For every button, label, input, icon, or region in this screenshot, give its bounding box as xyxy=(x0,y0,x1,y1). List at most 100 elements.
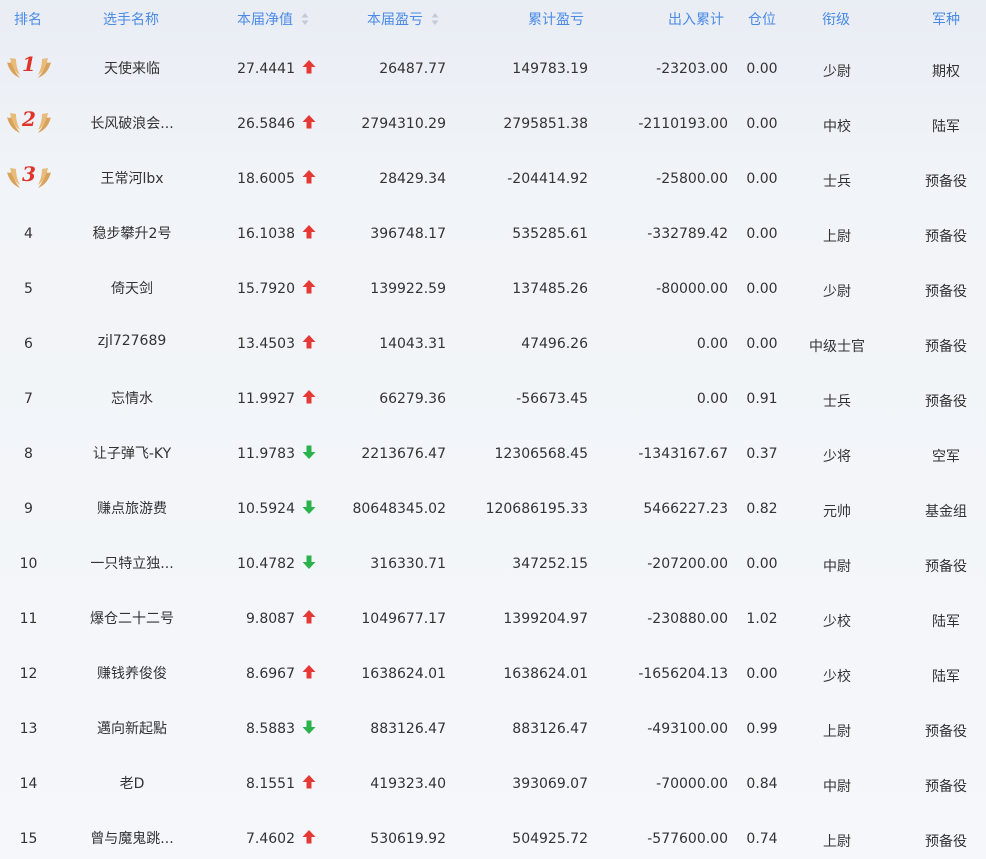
rank-number: 8 xyxy=(24,446,33,462)
trend-up-icon xyxy=(302,829,316,845)
cumulative-pnl: 535285.61 xyxy=(512,226,588,242)
inout-total: -493100.00 xyxy=(647,721,728,737)
table-row[interactable]: 10 一只特立独... 10.4782 316330.71 347252.15 -2072… xyxy=(0,535,986,590)
table-row[interactable]: 12 赚钱养俊俊 8.6967 1638624.01 1638624.01 -165620… xyxy=(0,645,986,700)
trend-down-icon xyxy=(302,719,316,735)
table-row[interactable]: 5 倚天剑 15.7920 139922.59 137485.26 -80000.00 0.… xyxy=(0,260,986,315)
table-row[interactable]: 4 稳步攀升2号 16.1038 396748.17 535285.61 -332789.… xyxy=(0,205,986,260)
rank-number: 13 xyxy=(19,721,38,737)
trend-up-icon xyxy=(302,224,316,240)
player-name[interactable]: 长风破浪会... xyxy=(60,113,204,133)
player-name[interactable]: 一只特立独... xyxy=(60,553,204,573)
session-pnl: 80648345.02 xyxy=(352,501,446,517)
net-value: 10.5924 xyxy=(237,501,295,517)
rank-number: 15 xyxy=(19,831,38,847)
military-rank: 上尉 xyxy=(823,724,851,740)
cumulative-pnl: 149783.19 xyxy=(512,61,588,77)
sort-icon[interactable] xyxy=(301,12,309,26)
header-pnl[interactable]: 本届盈亏 xyxy=(367,0,439,40)
cumulative-pnl: 47496.26 xyxy=(521,336,588,352)
table-row[interactable]: 7 忘情水 11.9927 66279.36 -56673.45 0.00 0.91 士兵 预备… xyxy=(0,370,986,425)
cumulative-pnl: 883126.47 xyxy=(512,721,588,737)
rank-number: 11 xyxy=(19,611,38,627)
net-value: 18.6005 xyxy=(237,171,295,187)
net-value: 8.1551 xyxy=(246,776,295,792)
table-row[interactable]: 8 让子弹飞-KY 11.9783 2213676.47 12306568.45 -134… xyxy=(0,425,986,480)
player-name[interactable]: 爆仓二十二号 xyxy=(60,608,204,628)
trend-up-icon xyxy=(302,774,316,790)
trend-down-icon xyxy=(302,444,316,460)
cumulative-pnl: 347252.15 xyxy=(512,556,588,572)
table-row[interactable]: 15 曾与魔鬼跳... 7.4602 530619.92 504925.72 -57760… xyxy=(0,810,986,859)
table-row[interactable]: 11 爆仓二十二号 9.8087 1049677.17 1399204.97 -23088… xyxy=(0,590,986,645)
trend-up-icon xyxy=(302,114,316,130)
position-ratio: 0.00 xyxy=(746,226,778,242)
position-ratio: 0.37 xyxy=(746,446,778,462)
inout-total: -207200.00 xyxy=(647,556,728,572)
sort-icon[interactable] xyxy=(431,12,439,26)
player-name[interactable]: 邁向新起點 xyxy=(60,718,204,738)
player-name[interactable]: 稳步攀升2号 xyxy=(60,223,204,243)
inout-total: -230880.00 xyxy=(647,611,728,627)
position-ratio: 0.00 xyxy=(746,556,778,572)
header-name-label: 选手名称 xyxy=(103,12,159,28)
table-row[interactable]: 6 zjl727689 13.4503 14043.31 47496.26 0.00 0.0… xyxy=(0,315,986,370)
military-rank: 少将 xyxy=(823,449,851,465)
net-value: 9.8087 xyxy=(246,611,295,627)
military-rank: 少尉 xyxy=(823,64,851,80)
position-ratio: 0.84 xyxy=(746,776,778,792)
net-value: 8.5883 xyxy=(246,721,295,737)
session-pnl: 139922.59 xyxy=(370,281,446,297)
header-flow: 出入累计 xyxy=(668,0,724,40)
net-value: 27.4441 xyxy=(237,61,295,77)
inout-total: -25800.00 xyxy=(656,171,728,187)
header-cum-label: 累计盈亏 xyxy=(528,12,584,28)
session-pnl: 14043.31 xyxy=(379,336,446,352)
header-pnl-label[interactable]: 本届盈亏 xyxy=(367,12,423,28)
military-rank: 中级士官 xyxy=(809,339,865,355)
military-rank: 上尉 xyxy=(823,229,851,245)
player-name[interactable]: 忘情水 xyxy=(60,388,204,408)
rank-number: 1 xyxy=(22,52,36,76)
service-branch: 陆军 xyxy=(932,614,960,630)
table-row[interactable]: 2 长风破浪会... 26.5846 2794310.29 2795851.38 -211… xyxy=(0,95,986,150)
player-name[interactable]: 曾与魔鬼跳... xyxy=(60,828,204,848)
position-ratio: 0.00 xyxy=(746,61,778,77)
table-row[interactable]: 13 邁向新起點 8.5883 883126.47 883126.47 -493100.0… xyxy=(0,700,986,755)
player-name[interactable]: 倚天剑 xyxy=(60,278,204,298)
table-row[interactable]: 1 天使来临 27.4441 26487.77 149783.19 -23203.00 0.… xyxy=(0,40,986,95)
session-pnl: 2794310.29 xyxy=(361,116,446,132)
player-name[interactable]: 赚点旅游费 xyxy=(60,498,204,518)
military-rank: 中校 xyxy=(823,119,851,135)
player-name[interactable]: 王常河lbx xyxy=(60,168,204,188)
rank-number: 12 xyxy=(19,666,38,682)
player-name[interactable]: 赚钱养俊俊 xyxy=(60,663,204,683)
table-row[interactable]: 3 王常河lbx 18.6005 28429.34 -204414.92 -25800.0… xyxy=(0,150,986,205)
position-ratio: 0.82 xyxy=(746,501,778,517)
service-branch: 预备役 xyxy=(925,779,967,795)
session-pnl: 530619.92 xyxy=(370,831,446,847)
position-ratio: 1.02 xyxy=(746,611,778,627)
service-branch: 预备役 xyxy=(925,229,967,245)
trend-up-icon xyxy=(302,609,316,625)
rank-number: 2 xyxy=(22,107,36,131)
inout-total: 5466227.23 xyxy=(643,501,728,517)
position-ratio: 0.74 xyxy=(746,831,778,847)
header-nav[interactable]: 本届净值 xyxy=(237,0,309,40)
header-title: 衔级 xyxy=(822,0,850,40)
trend-up-icon xyxy=(302,334,316,350)
table-row[interactable]: 14 老D 8.1551 419323.40 393069.07 -70000.00 0.8… xyxy=(0,755,986,810)
rank-number: 4 xyxy=(24,226,33,242)
header-nav-label[interactable]: 本届净值 xyxy=(237,12,293,28)
position-ratio: 0.00 xyxy=(746,666,778,682)
player-name[interactable]: 天使来临 xyxy=(60,58,204,78)
service-branch: 预备役 xyxy=(925,559,967,575)
player-name[interactable]: zjl727689 xyxy=(60,333,204,349)
player-name[interactable]: 老D xyxy=(60,773,204,793)
session-pnl: 66279.36 xyxy=(379,391,446,407)
table-row[interactable]: 9 赚点旅游费 10.5924 80648345.02 120686195.33 5466… xyxy=(0,480,986,535)
position-ratio: 0.00 xyxy=(746,171,778,187)
player-name[interactable]: 让子弹飞-KY xyxy=(60,443,204,463)
service-branch: 预备役 xyxy=(925,394,967,410)
header-pos: 仓位 xyxy=(748,0,776,40)
